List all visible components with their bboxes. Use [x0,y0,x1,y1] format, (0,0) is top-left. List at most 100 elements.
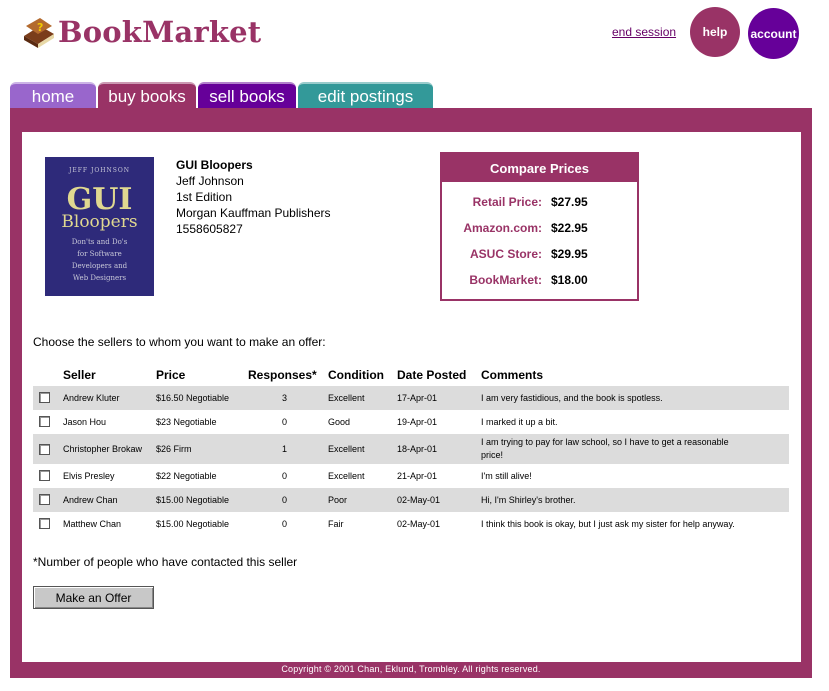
book-publisher: Morgan Kauffman Publishers [176,206,331,220]
table-row: Andrew Chan $15.00 Negotiable 0 Poor 02-… [33,488,789,512]
book-condition: Poor [328,495,348,505]
account-button[interactable]: account [748,8,799,59]
column-header-condition: Condition [328,368,384,382]
date-posted: 17-Apr-01 [397,393,438,403]
seller-name: Jason Hou [63,417,107,427]
seller-name: Christopher Brokaw [63,444,143,454]
seller-responses: 3 [282,393,288,403]
select-seller-checkbox[interactable] [39,416,50,427]
price-value: $18.00 [551,273,588,287]
cover-subtitle-line: Developers and [71,262,128,270]
column-header-responses: Responses* [248,368,317,382]
book-edition: 1st Edition [176,190,233,204]
seller-responses: 0 [282,495,288,505]
date-posted: 18-Apr-01 [397,444,438,454]
seller-comment: Hi, I'm Shirley's brother. [481,495,576,505]
book-condition: Excellent [328,393,365,403]
cover-subtitle-line: Don'ts and Do's [71,238,128,246]
book-cover-image: JEFF JOHNSON GUI Bloopers Don'ts and Do'… [45,157,154,296]
seller-price: $16.50 Negotiable [156,393,230,403]
column-header-seller: Seller [63,368,96,382]
cover-subtitle-line: for Software [77,250,122,258]
select-seller-checkbox[interactable] [39,518,50,529]
logo-text: BookMarket [58,15,262,49]
column-header-date-posted: Date Posted [397,368,467,382]
tab-home[interactable]: home [10,82,96,109]
price-value: $22.95 [551,221,588,235]
book-condition: Excellent [328,444,365,454]
table-row: Christopher Brokaw $26 Firm 1 Excellent … [33,434,789,464]
seller-comment: I am very fastidious, and the book is sp… [481,393,663,403]
date-posted: 02-May-01 [397,495,441,505]
date-posted: 21-Apr-01 [397,471,438,481]
help-button[interactable]: help [690,7,740,57]
logo[interactable]: ? BookMarket [20,14,261,50]
tab-sell-books[interactable]: sell books [198,82,296,109]
help-label: help [702,25,728,39]
seller-responses: 0 [282,471,288,481]
svg-text:?: ? [37,21,43,34]
price-label: Retail Price: [472,195,542,209]
cover-subtitle-line: Web Designers [72,274,127,282]
price-label: BookMarket: [469,273,542,287]
seller-price: $15.00 Negotiable [156,495,230,505]
seller-responses: 1 [282,444,288,454]
cover-title-line2: Bloopers [61,212,138,232]
responses-footnote: *Number of people who have contacted thi… [33,555,298,569]
price-value: $27.95 [551,195,588,209]
column-header-comments: Comments [481,368,544,382]
copyright-text: Copyright © 2001 Chan, Eklund, Trombley.… [281,664,541,674]
seller-comment: I'm still alive! [481,471,532,481]
seller-comment-continued: price! [481,450,504,460]
column-header-price: Price [156,368,186,382]
select-seller-checkbox[interactable] [39,470,50,481]
seller-price: $26 Firm [156,444,192,454]
compare-prices-heading: Compare Prices [442,154,637,182]
make-offer-button[interactable]: Make an Offer [33,586,154,609]
book-logo-icon: ? [24,18,54,48]
seller-comment: I marked it up a bit. [481,417,558,427]
price-label: ASUC Store: [469,247,542,261]
compare-prices-box: Compare Prices Retail Price: $27.95 Amaz… [440,152,639,301]
table-row: Andrew Kluter $16.50 Negotiable 3 Excell… [33,386,789,410]
seller-responses: 0 [282,417,288,427]
table-row: Matthew Chan $15.00 Negotiable 0 Fair 02… [33,512,789,536]
book-condition: Good [328,417,351,427]
book-info: GUI Bloopers Jeff Johnson 1st Edition Mo… [176,157,331,237]
seller-price: $22 Negotiable [156,471,217,481]
seller-price: $15.00 Negotiable [156,519,230,529]
tab-edit-postings[interactable]: edit postings [298,82,433,109]
choose-sellers-instruction: Choose the sellers to whom you want to m… [33,335,326,349]
select-seller-checkbox[interactable] [39,494,50,505]
date-posted: 02-May-01 [397,519,441,529]
select-seller-checkbox[interactable] [39,444,50,455]
select-seller-checkbox[interactable] [39,392,50,403]
main-frame: JEFF JOHNSON GUI Bloopers Don'ts and Do'… [10,108,812,678]
nav-tabs: home buy books sell books edit postings [10,82,435,109]
seller-comment: I am trying to pay for law school, so I … [481,437,729,447]
account-label: account [750,26,797,41]
book-condition: Excellent [328,471,365,481]
date-posted: 19-Apr-01 [397,417,438,427]
cover-title-line1: GUI [66,182,133,217]
seller-name: Matthew Chan [63,519,122,529]
seller-name: Andrew Kluter [63,393,120,403]
book-condition: Fair [328,519,344,529]
price-value: $29.95 [551,247,588,261]
end-session-link[interactable]: end session [612,25,676,39]
table-row: Jason Hou $23 Negotiable 0 Good 19-Apr-0… [33,410,789,434]
cover-author: JEFF JOHNSON [68,167,131,174]
tab-buy-books[interactable]: buy books [98,82,196,109]
seller-name: Elvis Presley [63,471,115,481]
book-author: Jeff Johnson [176,174,244,188]
price-label: Amazon.com: [463,221,542,235]
content-panel: JEFF JOHNSON GUI Bloopers Don'ts and Do'… [22,132,801,662]
seller-responses: 0 [282,519,288,529]
seller-price: $23 Negotiable [156,417,217,427]
seller-comment: I think this book is okay, but I just as… [481,519,735,529]
seller-name: Andrew Chan [63,495,118,505]
book-title: GUI Bloopers [176,158,253,172]
book-isbn: 1558605827 [176,222,243,236]
table-row: Elvis Presley $22 Negotiable 0 Excellent… [33,464,789,488]
cover-subtitle: Don'ts and Do's for Software Developers … [45,236,154,284]
